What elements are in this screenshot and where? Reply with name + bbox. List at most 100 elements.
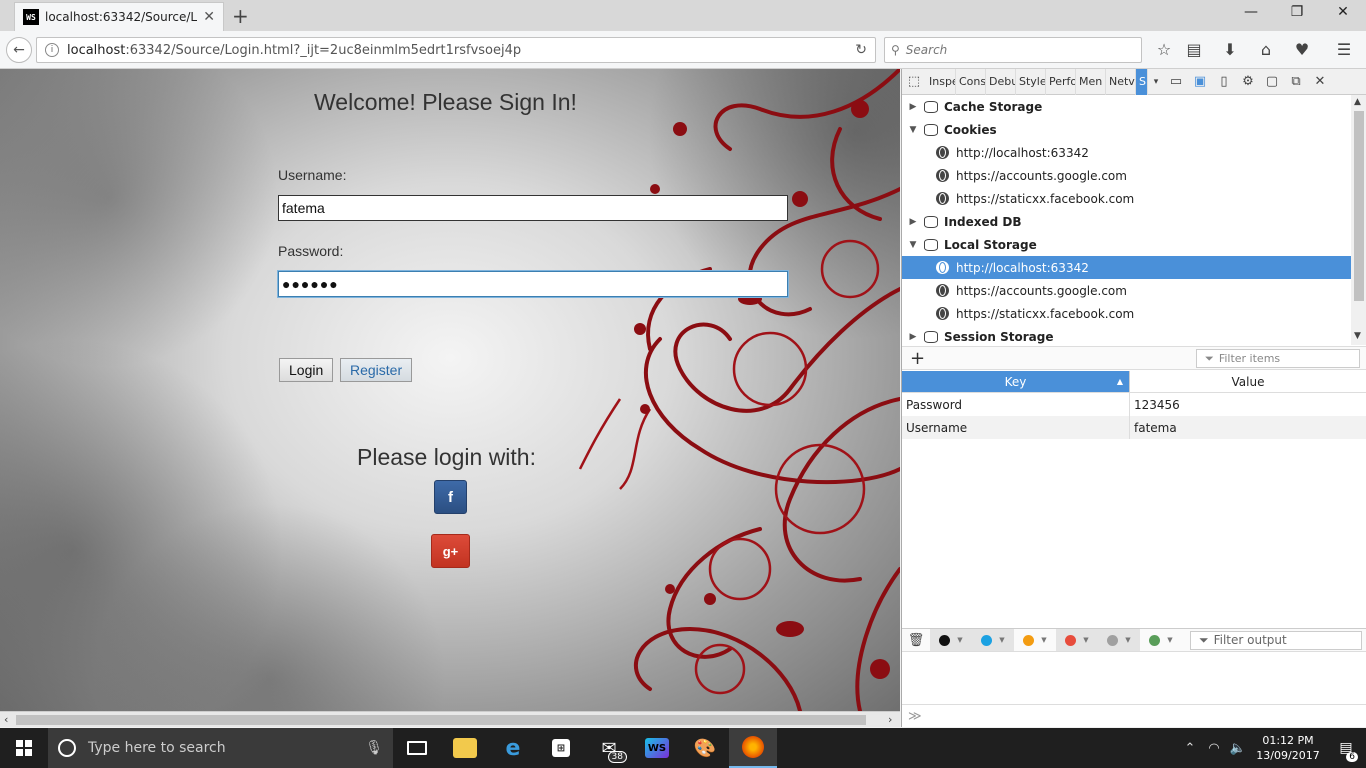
url-bar[interactable]: i localhost:63342/Source/Login.html?_ijt…: [36, 37, 876, 63]
download-icon[interactable]: ⬇: [1218, 40, 1242, 59]
mail-button[interactable]: ✉ 38: [585, 728, 633, 768]
value-column-header[interactable]: Value: [1130, 371, 1366, 392]
tree-category[interactable]: ▼ Cookies: [902, 118, 1351, 141]
tab-debugger[interactable]: Debu: [986, 68, 1016, 95]
add-item-icon[interactable]: +: [910, 348, 925, 369]
frame-picker-icon[interactable]: ▯: [1212, 69, 1236, 95]
restore-icon[interactable]: ❐: [1274, 4, 1320, 20]
tab-storage[interactable]: S: [1136, 68, 1148, 95]
tree-host-item[interactable]: https://staticxx.facebook.com: [902, 187, 1351, 210]
clock[interactable]: 01:12 PM 13/09/2017: [1250, 733, 1326, 763]
split-console-icon[interactable]: ▣: [1188, 69, 1212, 95]
start-button[interactable]: [0, 728, 48, 768]
devtools-close-icon[interactable]: ✕: [1308, 69, 1332, 95]
site-info-icon[interactable]: i: [45, 43, 59, 57]
responsive-mode-icon[interactable]: ▭: [1164, 69, 1188, 95]
register-button[interactable]: Register: [340, 358, 413, 382]
tree-category[interactable]: ▶ Indexed DB: [902, 210, 1351, 233]
show-hidden-icons-chevron-icon[interactable]: ⌃: [1178, 741, 1202, 756]
filter-items-input[interactable]: ⏷ Filter items: [1196, 349, 1360, 368]
scrollbar-thumb[interactable]: [16, 715, 866, 725]
volume-icon[interactable]: 🔈: [1226, 741, 1250, 756]
clear-console-trash-icon[interactable]: 🗑: [902, 633, 930, 648]
tab-memory[interactable]: Men: [1076, 68, 1106, 95]
tree-host-item[interactable]: http://localhost:63342: [902, 256, 1351, 279]
tree-category[interactable]: ▼ Local Storage: [902, 233, 1351, 256]
storage-tree: ▶ Cache Storage ▼ Cookies http://localhost:6…: [902, 95, 1351, 345]
edge-button[interactable]: e: [489, 728, 537, 768]
tab-performance[interactable]: Perfo: [1046, 68, 1076, 95]
tab-network[interactable]: Netv: [1106, 68, 1136, 95]
tab-inspector[interactable]: Inspe: [926, 68, 956, 95]
file-explorer-button[interactable]: [441, 728, 489, 768]
password-field[interactable]: ●●●●●●: [278, 271, 788, 297]
store-button[interactable]: ⊞: [537, 728, 585, 768]
firefox-button[interactable]: [729, 728, 777, 768]
navigation-bar: ← i localhost:63342/Source/Login.html?_i…: [0, 31, 1366, 69]
filter-js-toggle[interactable]: ▼: [1056, 629, 1098, 651]
action-center-button[interactable]: ▤ 6: [1326, 740, 1366, 762]
reading-list-icon[interactable]: ▤: [1182, 40, 1206, 59]
tree-host-item[interactable]: http://localhost:63342: [902, 141, 1351, 164]
scroll-up-icon[interactable]: ▲: [1354, 97, 1361, 107]
tab-close-icon[interactable]: ✕: [203, 9, 215, 25]
menu-icon[interactable]: ☰: [1332, 40, 1356, 59]
tree-host-item[interactable]: https://accounts.google.com: [902, 279, 1351, 302]
minimize-icon[interactable]: —: [1228, 4, 1274, 20]
table-row[interactable]: Password 123456: [902, 393, 1366, 416]
more-tabs-chevron-icon[interactable]: ▾: [1148, 69, 1164, 95]
scroll-right-icon[interactable]: ›: [888, 713, 892, 726]
tree-vertical-scrollbar[interactable]: ▲ ▼: [1351, 95, 1366, 345]
webstorm-button[interactable]: WS: [633, 728, 681, 768]
console-input[interactable]: ≫: [902, 704, 1366, 727]
filter-network-toggle[interactable]: ▼: [972, 629, 1014, 651]
filter-errors-toggle[interactable]: ▼: [930, 629, 972, 651]
table-row[interactable]: Username fatema: [902, 416, 1366, 439]
tab-style-editor[interactable]: Style: [1016, 68, 1046, 95]
scroll-left-icon[interactable]: ‹: [4, 713, 8, 726]
task-view-button[interactable]: [393, 728, 441, 768]
filter-logging-toggle[interactable]: ▼: [1140, 629, 1182, 651]
separate-window-icon[interactable]: ⧉: [1284, 69, 1308, 95]
window-close-icon[interactable]: ✕: [1320, 4, 1366, 20]
horizontal-scrollbar[interactable]: ‹ ›: [0, 711, 900, 727]
collapsed-arrow-icon[interactable]: ▶: [906, 332, 920, 342]
taskbar-search-input[interactable]: Type here to search 🎙: [48, 728, 393, 768]
filter-security-toggle[interactable]: ▼: [1098, 629, 1140, 651]
tree-category[interactable]: ▶ Session Storage: [902, 325, 1351, 345]
expanded-arrow-icon[interactable]: ▼: [906, 240, 920, 250]
expanded-arrow-icon[interactable]: ▼: [906, 125, 920, 135]
scroll-down-icon[interactable]: ▼: [1354, 331, 1361, 341]
tree-scrollbar-thumb[interactable]: [1354, 111, 1364, 301]
element-picker-icon[interactable]: ⬚: [902, 69, 926, 95]
back-arrow-icon[interactable]: ←: [6, 37, 32, 63]
home-icon[interactable]: ⌂: [1254, 40, 1278, 59]
palette-icon: 🎨: [693, 737, 717, 759]
browser-tab[interactable]: WS localhost:63342/Source/Logi ✕: [14, 2, 224, 31]
collapsed-arrow-icon[interactable]: ▶: [906, 217, 920, 227]
wifi-icon[interactable]: ◠: [1202, 741, 1226, 756]
tree-host-item[interactable]: https://accounts.google.com: [902, 164, 1351, 187]
filter-css-toggle[interactable]: ▼: [1014, 629, 1056, 651]
tab-console[interactable]: Cons: [956, 68, 986, 95]
settings-gear-icon[interactable]: ⚙: [1236, 69, 1260, 95]
microphone-icon[interactable]: 🎙: [365, 740, 383, 756]
tree-category[interactable]: ▶ Cache Storage: [902, 95, 1351, 118]
reload-icon[interactable]: ↻: [855, 42, 867, 58]
login-button[interactable]: Login: [279, 358, 334, 382]
tree-item-label: Local Storage: [944, 237, 1037, 252]
facebook-login-button[interactable]: f: [434, 480, 467, 514]
paint-button[interactable]: 🎨: [681, 728, 729, 768]
username-field[interactable]: fatema: [278, 195, 788, 221]
new-tab-icon[interactable]: +: [232, 4, 249, 28]
filter-output-input[interactable]: ⏷ Filter output: [1190, 630, 1362, 650]
globe-icon: [936, 146, 949, 159]
search-input[interactable]: ⚲ Search: [884, 37, 1142, 63]
dock-bottom-icon[interactable]: ▢: [1260, 69, 1284, 95]
key-column-header[interactable]: Key ▲: [902, 371, 1130, 392]
pocket-icon[interactable]: ♥: [1290, 40, 1314, 59]
google-plus-login-button[interactable]: g+: [431, 534, 470, 568]
tree-host-item[interactable]: https://staticxx.facebook.com: [902, 302, 1351, 325]
collapsed-arrow-icon[interactable]: ▶: [906, 102, 920, 112]
bookmark-star-icon[interactable]: ☆: [1152, 40, 1176, 59]
